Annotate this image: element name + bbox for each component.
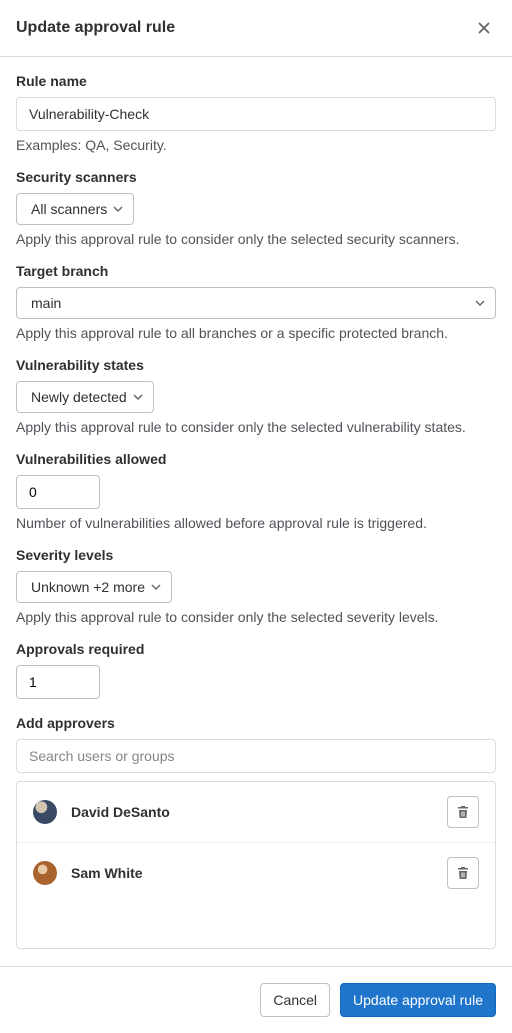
close-button[interactable]: [472, 16, 496, 40]
modal-body: Rule name Examples: QA, Security. Securi…: [0, 57, 512, 966]
vulnerabilities-allowed-label: Vulnerabilities allowed: [16, 451, 496, 467]
vulnerability-states-dropdown[interactable]: Newly detected: [16, 381, 154, 413]
security-scanners-label: Security scanners: [16, 169, 496, 185]
security-scanners-selected: All scanners: [31, 201, 107, 217]
remove-approver-button[interactable]: [447, 796, 479, 828]
approver-info: David DeSanto: [33, 800, 170, 824]
approver-name: David DeSanto: [71, 804, 170, 820]
approvals-required-label: Approvals required: [16, 641, 496, 657]
modal-footer: Cancel Update approval rule: [0, 966, 512, 1033]
approver-info: Sam White: [33, 861, 143, 885]
chevron-down-icon: [113, 204, 123, 214]
approvers-list: David DeSanto Sam White: [16, 781, 496, 949]
modal-header: Update approval rule: [0, 0, 512, 57]
cancel-button[interactable]: Cancel: [260, 983, 330, 1017]
chevron-down-icon: [475, 298, 485, 308]
approvals-required-input[interactable]: [16, 665, 100, 699]
vulnerability-states-label: Vulnerability states: [16, 357, 496, 373]
vulnerability-states-help: Apply this approval rule to consider onl…: [16, 419, 496, 435]
modal-title: Update approval rule: [16, 19, 175, 37]
target-branch-dropdown[interactable]: main: [16, 287, 496, 319]
rule-name-help: Examples: QA, Security.: [16, 137, 496, 153]
vulnerabilities-allowed-group: Vulnerabilities allowed Number of vulner…: [16, 451, 496, 531]
rule-name-label: Rule name: [16, 73, 496, 89]
security-scanners-group: Security scanners All scanners Apply thi…: [16, 169, 496, 247]
severity-levels-label: Severity levels: [16, 547, 496, 563]
approver-name: Sam White: [71, 865, 143, 881]
add-approvers-group: Add approvers David DeSanto Sam White: [16, 715, 496, 949]
target-branch-help: Apply this approval rule to all branches…: [16, 325, 496, 341]
approver-row: David DeSanto: [17, 782, 495, 842]
vulnerability-states-selected: Newly detected: [31, 389, 127, 405]
trash-icon: [455, 865, 471, 881]
close-icon: [476, 20, 492, 36]
chevron-down-icon: [151, 582, 161, 592]
vulnerability-states-group: Vulnerability states Newly detected Appl…: [16, 357, 496, 435]
approver-row: Sam White: [17, 842, 495, 903]
vulnerabilities-allowed-input[interactable]: [16, 475, 100, 509]
severity-levels-help: Apply this approval rule to consider onl…: [16, 609, 496, 625]
add-approvers-label: Add approvers: [16, 715, 496, 731]
remove-approver-button[interactable]: [447, 857, 479, 889]
approvals-required-group: Approvals required: [16, 641, 496, 699]
rule-name-group: Rule name Examples: QA, Security.: [16, 73, 496, 153]
security-scanners-help: Apply this approval rule to consider onl…: [16, 231, 496, 247]
rule-name-input[interactable]: [16, 97, 496, 131]
severity-levels-selected: Unknown +2 more: [31, 579, 145, 595]
chevron-down-icon: [133, 392, 143, 402]
avatar: [33, 800, 57, 824]
target-branch-label: Target branch: [16, 263, 496, 279]
security-scanners-dropdown[interactable]: All scanners: [16, 193, 134, 225]
severity-levels-dropdown[interactable]: Unknown +2 more: [16, 571, 172, 603]
add-approvers-input[interactable]: [16, 739, 496, 773]
severity-levels-group: Severity levels Unknown +2 more Apply th…: [16, 547, 496, 625]
target-branch-selected: main: [31, 295, 61, 311]
avatar: [33, 861, 57, 885]
vulnerabilities-allowed-help: Number of vulnerabilities allowed before…: [16, 515, 496, 531]
target-branch-group: Target branch main Apply this approval r…: [16, 263, 496, 341]
submit-button[interactable]: Update approval rule: [340, 983, 496, 1017]
trash-icon: [455, 804, 471, 820]
